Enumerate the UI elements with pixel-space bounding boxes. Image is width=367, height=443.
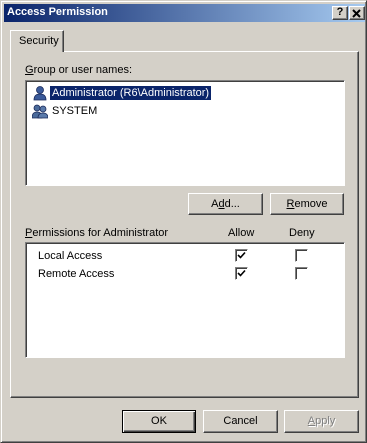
allow-column-header: Allow xyxy=(228,227,255,239)
close-button[interactable] xyxy=(349,6,365,20)
local-access-allow-checkbox[interactable] xyxy=(235,249,248,262)
user-icon xyxy=(33,86,47,101)
permissions-label: Permissions for Administrator xyxy=(25,227,169,239)
close-icon xyxy=(352,9,361,18)
list-item-label: SYSTEM xyxy=(52,105,98,117)
deny-column-header: Deny xyxy=(289,227,315,239)
checkmark-icon xyxy=(237,269,246,277)
remote-access-deny-checkbox[interactable] xyxy=(295,267,308,280)
users-group-icon xyxy=(32,104,48,119)
group-user-names-label: Group or user names: xyxy=(25,64,132,76)
permissions-list: Local Access Remote Access xyxy=(25,242,345,358)
permission-name-remote-access: Remote Access xyxy=(38,268,115,280)
title-bar[interactable]: Access Permission ? xyxy=(4,4,365,22)
list-item-system[interactable]: SYSTEM xyxy=(32,103,99,119)
tab-security[interactable]: Security xyxy=(10,30,64,52)
list-item-administrator[interactable]: Administrator (R6\Administrator) xyxy=(32,85,212,101)
list-item-label: Administrator (R6\Administrator) xyxy=(50,86,212,100)
add-button[interactable]: Add... xyxy=(188,193,263,215)
apply-button[interactable]: Apply xyxy=(284,410,359,433)
remote-access-allow-checkbox[interactable] xyxy=(235,267,248,280)
permission-name-local-access: Local Access xyxy=(38,250,103,262)
help-button[interactable]: ? xyxy=(332,6,348,20)
access-permission-dialog: Access Permission ? Security Group or us… xyxy=(0,0,367,443)
local-access-deny-checkbox[interactable] xyxy=(295,249,308,262)
remove-button[interactable]: Remove xyxy=(270,193,344,215)
checkmark-icon xyxy=(237,251,246,259)
ok-button[interactable]: OK xyxy=(122,410,196,433)
user-listbox[interactable]: Administrator (R6\Administrator) SYSTEM xyxy=(25,80,345,186)
window-title: Access Permission xyxy=(7,6,108,18)
cancel-button[interactable]: Cancel xyxy=(203,410,278,433)
